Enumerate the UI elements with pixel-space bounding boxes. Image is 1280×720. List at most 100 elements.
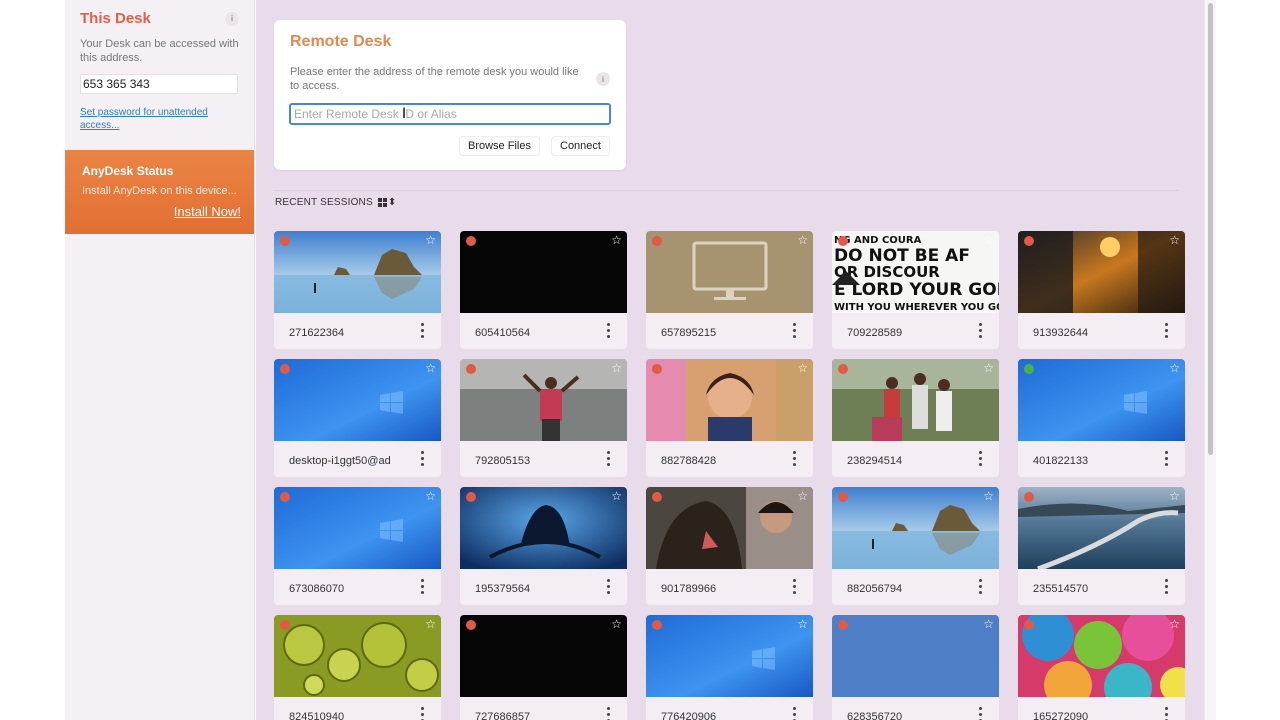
- session-thumbnail[interactable]: [646, 231, 813, 313]
- session-thumbnail[interactable]: [646, 359, 813, 441]
- more-options-icon[interactable]: [793, 323, 797, 338]
- session-tile[interactable]: ☆ 195379564: [460, 487, 627, 605]
- session-id: 235514570: [1033, 583, 1089, 595]
- session-thumbnail[interactable]: [646, 615, 813, 697]
- session-thumbnail[interactable]: [460, 615, 627, 697]
- session-tile[interactable]: ☆ 727686857: [460, 615, 627, 720]
- desk-address-field[interactable]: 653 365 343: [80, 74, 238, 94]
- session-tile[interactable]: ☆ 792805153: [460, 359, 627, 477]
- more-options-icon[interactable]: [793, 579, 797, 594]
- more-options-icon[interactable]: [607, 707, 611, 720]
- star-icon[interactable]: ☆: [1169, 617, 1180, 631]
- star-icon[interactable]: ☆: [1169, 233, 1180, 247]
- star-icon[interactable]: ☆: [425, 233, 436, 247]
- session-id: 913932644: [1033, 327, 1089, 339]
- more-options-icon[interactable]: [1165, 323, 1169, 338]
- star-icon[interactable]: ☆: [611, 233, 622, 247]
- more-options-icon[interactable]: [1165, 451, 1169, 466]
- session-tile[interactable]: ☆ 401822133: [1018, 359, 1185, 477]
- session-tile[interactable]: ☆ 271622364: [274, 231, 441, 349]
- session-tile[interactable]: ☆ 238294514: [832, 359, 999, 477]
- session-tile[interactable]: ☆ 657895215: [646, 231, 813, 349]
- more-options-icon[interactable]: [421, 323, 425, 338]
- browse-files-button[interactable]: Browse Files: [460, 137, 539, 155]
- session-tile[interactable]: ☆ 235514570: [1018, 487, 1185, 605]
- set-password-link[interactable]: Set password for unattended access...: [80, 106, 239, 132]
- star-icon[interactable]: ☆: [425, 361, 436, 375]
- install-now-link[interactable]: Install Now!: [82, 204, 241, 219]
- info-icon[interactable]: i: [596, 72, 610, 86]
- session-thumbnail[interactable]: NG AND COURA DO NOT BE AF OR DISCOUR E LORD…: [832, 231, 999, 313]
- more-options-icon[interactable]: [793, 707, 797, 720]
- session-id: 792805153: [475, 455, 531, 467]
- vertical-scrollbar[interactable]: [1204, 0, 1216, 720]
- star-icon[interactable]: ☆: [983, 361, 994, 375]
- star-icon[interactable]: ☆: [611, 489, 622, 503]
- connect-button[interactable]: Connect: [552, 137, 609, 155]
- more-options-icon[interactable]: [793, 451, 797, 466]
- session-tile[interactable]: ☆ 673086070: [274, 487, 441, 605]
- this-desk-section: This Desk i Your Desk can be accessed wi…: [65, 0, 254, 132]
- star-icon[interactable]: ☆: [611, 361, 622, 375]
- session-tile[interactable]: NG AND COURA DO NOT BE AF OR DISCOUR E LORD…: [832, 231, 999, 349]
- session-tile[interactable]: ☆ 901789966: [646, 487, 813, 605]
- session-tile[interactable]: ☆ 913932644: [1018, 231, 1185, 349]
- session-thumbnail[interactable]: [646, 487, 813, 569]
- session-thumbnail[interactable]: [460, 231, 627, 313]
- session-thumbnail[interactable]: [832, 359, 999, 441]
- star-icon[interactable]: ☆: [797, 361, 808, 375]
- scrollbar-thumb[interactable]: [1208, 3, 1213, 455]
- more-options-icon[interactable]: [979, 323, 983, 338]
- star-icon[interactable]: ☆: [983, 489, 994, 503]
- session-thumbnail[interactable]: [1018, 359, 1185, 441]
- star-icon[interactable]: ☆: [797, 489, 808, 503]
- session-thumbnail[interactable]: [274, 359, 441, 441]
- session-tile[interactable]: ☆ 776420906: [646, 615, 813, 720]
- session-tile[interactable]: ☆ 165272090: [1018, 615, 1185, 720]
- more-options-icon[interactable]: [1165, 579, 1169, 594]
- session-thumbnail[interactable]: [274, 231, 441, 313]
- session-thumbnail[interactable]: [1018, 231, 1185, 313]
- session-tile[interactable]: ☆ 605410564: [460, 231, 627, 349]
- star-icon[interactable]: ☆: [983, 617, 994, 631]
- session-thumbnail[interactable]: [1018, 615, 1185, 711]
- view-toggle-button[interactable]: ⬍: [377, 197, 397, 208]
- star-icon[interactable]: ☆: [425, 489, 436, 503]
- divider: [274, 190, 1179, 191]
- more-options-icon[interactable]: [979, 451, 983, 466]
- session-thumbnail[interactable]: [1018, 487, 1185, 572]
- star-icon[interactable]: ☆: [1169, 361, 1180, 375]
- info-icon[interactable]: i: [225, 11, 239, 26]
- status-dot: [838, 620, 848, 630]
- session-tile[interactable]: ☆ 882056794: [832, 487, 999, 605]
- star-icon[interactable]: ☆: [611, 617, 622, 631]
- grid-view-icon: [377, 198, 387, 207]
- more-options-icon[interactable]: [421, 579, 425, 594]
- session-thumbnail[interactable]: [460, 487, 627, 569]
- more-options-icon[interactable]: [1165, 707, 1169, 720]
- session-thumbnail[interactable]: [832, 615, 999, 697]
- remote-desk-input[interactable]: [289, 103, 611, 125]
- session-tile[interactable]: ☆ 628356720: [832, 615, 999, 720]
- more-options-icon[interactable]: [979, 579, 983, 594]
- more-options-icon[interactable]: [607, 451, 611, 466]
- star-icon[interactable]: ☆: [797, 617, 808, 631]
- star-icon[interactable]: ☆: [983, 233, 994, 247]
- more-options-icon[interactable]: [979, 707, 983, 720]
- status-dot: [838, 364, 848, 374]
- session-thumbnail[interactable]: [274, 487, 441, 569]
- star-icon[interactable]: ☆: [425, 617, 436, 631]
- more-options-icon[interactable]: [421, 451, 425, 466]
- session-tile[interactable]: ☆ 824510940: [274, 615, 441, 720]
- session-thumbnail[interactable]: [274, 615, 441, 697]
- more-options-icon[interactable]: [607, 323, 611, 338]
- session-tile[interactable]: ☆ desktop-i1ggt50@ad: [274, 359, 441, 477]
- status-dot: [652, 620, 662, 630]
- star-icon[interactable]: ☆: [1169, 489, 1180, 503]
- session-tile[interactable]: ☆ 882788428: [646, 359, 813, 477]
- more-options-icon[interactable]: [421, 707, 425, 720]
- star-icon[interactable]: ☆: [797, 233, 808, 247]
- more-options-icon[interactable]: [607, 579, 611, 594]
- session-thumbnail[interactable]: [832, 487, 999, 569]
- session-thumbnail[interactable]: [460, 359, 627, 441]
